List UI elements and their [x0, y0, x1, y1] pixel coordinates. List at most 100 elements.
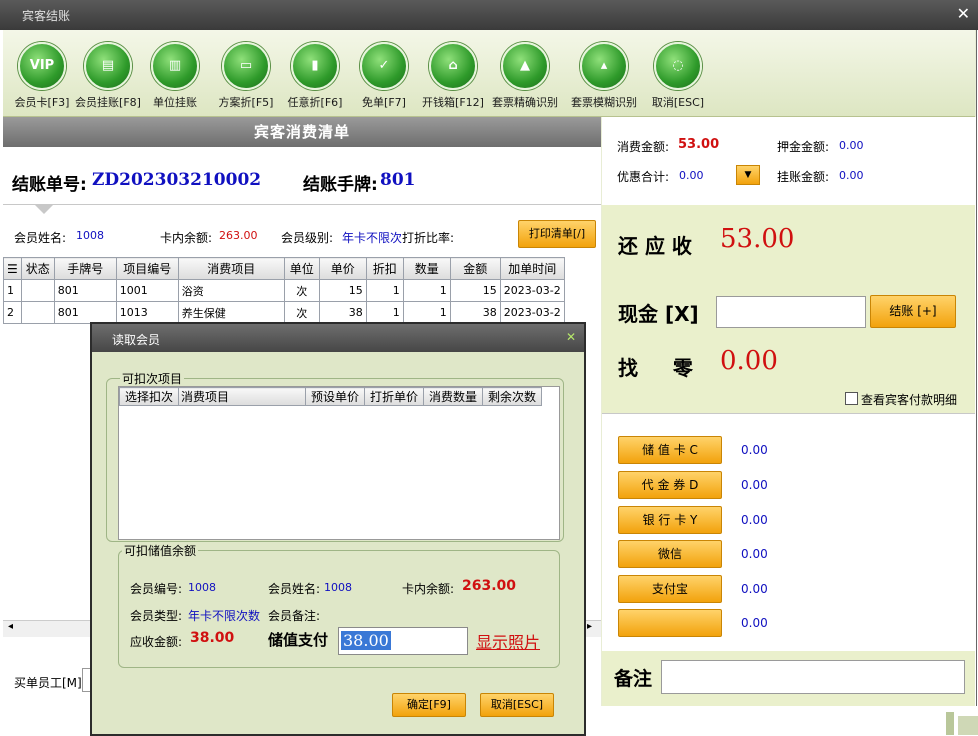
column-header[interactable]: 加单时间 — [499, 257, 565, 280]
stored-card-button[interactable]: 储 值 卡 C — [618, 436, 722, 464]
wechat-button[interactable]: 微信 — [618, 540, 722, 568]
stored-pay-value: 38.00 — [341, 631, 391, 650]
cell — [20, 279, 55, 302]
resize-grip-icon — [946, 712, 954, 735]
ticket-exact-button[interactable]: ▲ 套票精确识别 — [488, 40, 562, 110]
summary-section — [602, 117, 975, 205]
member-remark-label: 会员备注: — [268, 609, 321, 623]
ticket-fuzzy-button[interactable]: ▴ 套票模糊识别 — [567, 40, 641, 110]
cell: 2023-03-2 — [499, 279, 565, 302]
cell: 15 — [449, 279, 501, 302]
column-header[interactable]: 预设单价 — [305, 387, 365, 406]
toolbar-label: 免单[F7] — [362, 96, 406, 109]
cancel-button[interactable]: 取消[ESC] — [480, 693, 554, 717]
cell: 801 — [53, 301, 117, 324]
column-header[interactable]: 单价 — [318, 257, 367, 280]
close-icon[interactable]: ✕ — [957, 4, 970, 23]
free-order-button[interactable]: ✓ 免单[F7] — [347, 40, 421, 110]
cash-label: 现金 [X] — [618, 302, 699, 326]
show-photo-link[interactable]: 显示照片 — [476, 629, 540, 653]
confirm-button[interactable]: 确定[F9] — [392, 693, 466, 717]
card-balance-value: 263.00 — [462, 578, 517, 594]
toolbar-label: 方案折[F5] — [218, 96, 274, 109]
column-header[interactable]: 打折单价 — [364, 387, 424, 406]
stored-pay-input[interactable]: 38.00 — [338, 627, 468, 655]
bank-card-button[interactable]: 银 行 卡 Y — [618, 506, 722, 534]
chevron-down-icon[interactable]: ▼ — [736, 165, 760, 185]
detail-checkbox[interactable] — [845, 392, 858, 405]
cell: 次 — [283, 301, 320, 324]
table-row[interactable]: 2 801 1013 养生保健 次 38 1 1 38 2023-03-2 — [3, 301, 565, 324]
stored-pay-label: 储值支付 — [268, 631, 329, 649]
column-header[interactable]: 单位 — [283, 257, 320, 280]
column-header[interactable]: 选择扣次 — [119, 387, 179, 406]
cell: 1001 — [115, 279, 179, 302]
column-header[interactable]: 消费项目 — [177, 257, 285, 280]
read-member-dialog: 读取会员 ✕ 可扣次项目 选择扣次 消费项目 预设单价 打折单价 消费数量 剩余… — [90, 322, 586, 736]
detail-checkbox-label: 查看宾客付款明细 — [861, 393, 958, 407]
column-header[interactable]: 剩余次数 — [482, 387, 542, 406]
cell: 1 — [365, 301, 404, 324]
column-header[interactable]: 状态 — [20, 257, 55, 280]
alipay-value: 0.00 — [741, 582, 768, 596]
any-discount-button[interactable]: ▮ 任意折[F6] — [278, 40, 352, 110]
column-header[interactable]: 数量 — [402, 257, 451, 280]
toolbar-label: 会员挂账[F8] — [75, 96, 141, 109]
bank-card-value: 0.00 — [741, 513, 768, 527]
member-credit-icon: ▤ — [84, 42, 132, 90]
deposit-value: 0.00 — [839, 139, 864, 152]
vip-icon: VIP — [18, 42, 66, 90]
alipay-button[interactable]: 支付宝 — [618, 575, 722, 603]
balance-value: 263.00 — [219, 229, 258, 242]
order-number: ZD202303210002 — [92, 170, 262, 190]
column-header[interactable]: 消费数量 — [423, 387, 483, 406]
discount-value: 0.00 — [679, 169, 704, 182]
cancel-icon: ◌ — [654, 42, 702, 90]
cell: 15 — [318, 279, 367, 302]
change-value: 0.00 — [720, 346, 778, 376]
toolbar-label: 开钱箱[F12] — [422, 96, 484, 109]
scroll-left-icon[interactable]: ◂ — [8, 621, 13, 632]
cash-input[interactable] — [716, 296, 866, 328]
remark-input[interactable] — [661, 660, 965, 694]
member-no-value: 1008 — [188, 581, 216, 594]
cell: 38 — [449, 301, 501, 324]
discount-label: 优惠合计: — [617, 170, 670, 184]
cell: 801 — [53, 279, 117, 302]
column-header[interactable]: 项目编号 — [115, 257, 179, 280]
level-label: 会员级别: — [281, 231, 334, 245]
plan-discount-icon: ▭ — [222, 42, 270, 90]
voucher-button[interactable]: 代 金 券 D — [618, 471, 722, 499]
ratio-label: 打折比率: — [402, 231, 455, 245]
due-value: 53.00 — [720, 224, 795, 254]
table-row[interactable]: 1 801 1001 浴资 次 15 1 1 15 2023-03-2 — [3, 279, 565, 302]
stored-value-title: 可扣储值余额 — [122, 542, 199, 559]
other-payment-button[interactable] — [618, 609, 722, 637]
member-card-button[interactable]: VIP 会员卡[F3] — [5, 40, 79, 110]
print-list-button[interactable]: 打印清单[/] — [518, 220, 596, 248]
table-header: ☰ 状态 手牌号 项目编号 消费项目 单位 单价 折扣 数量 金额 加单时间 — [3, 257, 565, 280]
cell: 1 — [3, 279, 22, 302]
column-header[interactable]: 手牌号 — [53, 257, 117, 280]
cell: 1 — [402, 279, 451, 302]
member-name-label: 会员姓名: — [268, 582, 321, 596]
resize-grip-icon — [958, 716, 978, 735]
cell: 1 — [365, 279, 404, 302]
cancel-button[interactable]: ◌ 取消[ESC] — [641, 40, 715, 110]
cash-drawer-icon: ⌂ — [429, 42, 477, 90]
plan-discount-button[interactable]: ▭ 方案折[F5] — [209, 40, 283, 110]
close-icon[interactable]: ✕ — [566, 330, 576, 344]
column-header[interactable]: 折扣 — [365, 257, 404, 280]
scroll-right-icon[interactable]: ▸ — [587, 621, 592, 632]
cash-drawer-button[interactable]: ⌂ 开钱箱[F12] — [416, 40, 490, 110]
remark-label: 备注 — [614, 668, 653, 690]
checkout-button[interactable]: 结账 [+] — [870, 295, 956, 328]
column-header[interactable]: ☰ — [3, 257, 22, 280]
card-balance-label: 卡内余额: — [402, 582, 455, 596]
count-items-list[interactable]: 选择扣次 消费项目 预设单价 打折单价 消费数量 剩余次数 — [118, 386, 560, 540]
ticket-fuzzy-icon: ▴ — [580, 42, 628, 90]
column-header[interactable]: 金额 — [449, 257, 501, 280]
company-credit-button[interactable]: ▥ 单位挂账 — [138, 40, 212, 110]
member-credit-button[interactable]: ▤ 会员挂账[F8] — [71, 40, 145, 110]
column-header[interactable]: 消费项目 — [178, 387, 306, 406]
